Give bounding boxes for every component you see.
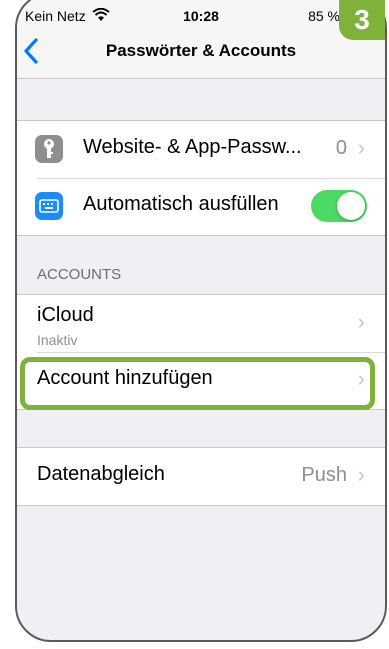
keyboard-icon xyxy=(35,192,63,220)
accounts-section-header: ACCOUNTS xyxy=(37,266,122,283)
phone-frame: Kein Netz 10:28 85 % Passwörter & Accoun… xyxy=(15,0,387,642)
password-count: 0 xyxy=(335,137,347,159)
autofill-row: Automatisch ausfüllen xyxy=(17,178,385,235)
key-icon xyxy=(35,135,63,163)
icloud-label: iCloud xyxy=(37,304,94,326)
autofill-toggle[interactable] xyxy=(311,190,367,222)
page-title: Passwörter & Accounts xyxy=(105,41,297,60)
data-sync-label: Datenabgleich xyxy=(37,463,165,485)
navigation-bar: Passwörter & Accounts xyxy=(17,28,385,79)
autofill-label: Automatisch ausfüllen xyxy=(83,193,279,215)
icloud-row[interactable]: iCloud Inaktiv › xyxy=(17,295,385,352)
data-sync-row[interactable]: Datenabgleich Push › xyxy=(17,448,385,505)
step-badge: 3 xyxy=(339,0,385,40)
passwords-group: Website- & App-Passw... 0 › Automatisch … xyxy=(17,120,385,236)
battery-percent: 85 % xyxy=(308,8,340,24)
website-app-passwords-row[interactable]: Website- & App-Passw... 0 › xyxy=(17,121,385,178)
data-sync-value: Push xyxy=(301,464,347,486)
icloud-status: Inaktiv xyxy=(37,332,78,348)
toggle-knob xyxy=(337,192,365,220)
website-app-passwords-label: Website- & App-Passw... xyxy=(83,136,302,158)
chevron-right-icon: › xyxy=(357,309,365,334)
highlight-frame xyxy=(20,357,375,410)
sync-group: Datenabgleich Push › xyxy=(17,447,385,506)
chevron-right-icon: › xyxy=(357,135,365,160)
status-bar: Kein Netz 10:28 85 % xyxy=(17,0,385,28)
chevron-right-icon: › xyxy=(357,462,365,487)
